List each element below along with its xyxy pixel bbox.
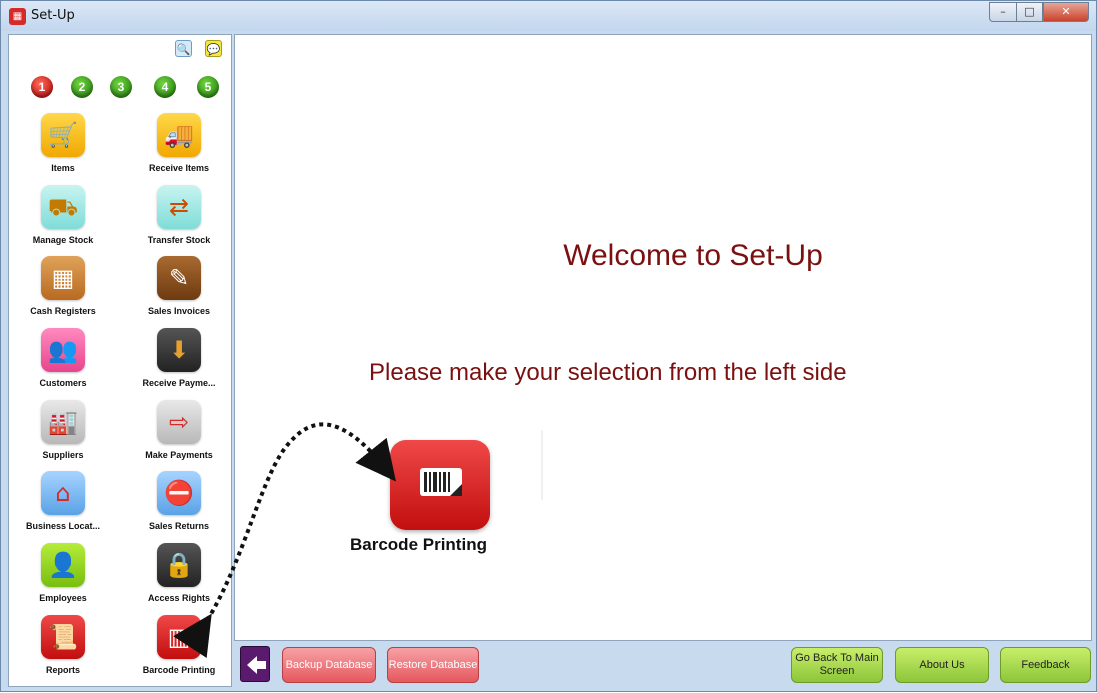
app-icon: ▦ [9, 8, 26, 25]
close-button[interactable]: ✕ [1043, 2, 1089, 22]
sidebar-item-receive-items[interactable]: 🚚 Receive Items [129, 113, 229, 173]
sidebar-item-label: Receive Payme... [142, 378, 216, 388]
main-panel: Welcome to Set-Up Please make your selec… [234, 34, 1092, 641]
sidebar-item-label: Employees [39, 593, 87, 603]
window-title: Set-Up [31, 8, 75, 23]
invoice-icon: ✎ [157, 256, 201, 300]
sidebar-item-reports[interactable]: 📜 Reports [13, 615, 113, 675]
sidebar-item-label: Make Payments [145, 450, 213, 460]
welcome-heading: Welcome to Set-Up [563, 239, 823, 272]
feedback-button[interactable]: Feedback [1000, 647, 1091, 683]
search-icon[interactable]: 🔍 [175, 40, 192, 57]
sidebar-item-receive-payments[interactable]: ⬇ Receive Payme... [129, 328, 229, 388]
delivery-truck-icon: 🚚 [157, 113, 201, 157]
instruction-text: Please make your selection from the left… [369, 359, 847, 386]
store-icon: ⌂ [41, 471, 85, 515]
sidebar-item-access-rights[interactable]: 🔒 Access Rights [129, 543, 229, 603]
page-1-button[interactable]: 1 [31, 76, 53, 98]
sidebar-item-label: Customers [39, 378, 87, 388]
barcode-printing-label: Barcode Printing [350, 535, 487, 554]
backup-database-button[interactable]: Backup Database [282, 647, 376, 683]
restore-database-button[interactable]: Restore Database [387, 647, 479, 683]
minimize-button[interactable]: – [989, 2, 1016, 22]
sidebar-item-label: Items [51, 163, 75, 173]
sidebar-item-label: Reports [45, 665, 80, 675]
sidebar-item-sales-returns[interactable]: ⛔ Sales Returns [129, 471, 229, 531]
hand-truck-icon: ⛟ [41, 185, 85, 229]
maximize-button[interactable]: □ [1016, 2, 1043, 22]
sidebar-item-label: Cash Registers [30, 306, 96, 316]
page-4-button[interactable]: 4 [154, 76, 176, 98]
padlock-key-icon: 🔒 [157, 543, 201, 587]
sidebar-item-label: Manage Stock [32, 235, 94, 245]
sidebar-item-items[interactable]: 🛒 Items [13, 113, 113, 173]
factory-icon: 🏭 [41, 400, 85, 444]
sidebar-item-transfer-stock[interactable]: ⇄ Transfer Stock [129, 185, 229, 245]
divider [541, 430, 543, 500]
sidebar-item-manage-stock[interactable]: ⛟ Manage Stock [13, 185, 113, 245]
page-3-button[interactable]: 3 [110, 76, 132, 98]
title-bar: ▦ Set-Up – □ ✕ [1, 1, 1096, 31]
barcode-printer-icon [390, 440, 490, 530]
window-controls: – □ ✕ [989, 2, 1089, 22]
employee-icon: 👤 [41, 543, 85, 587]
chat-icon[interactable]: 💬 [205, 40, 222, 57]
sidebar-item-employees[interactable]: 👤 Employees [13, 543, 113, 603]
sidebar-item-label: Transfer Stock [147, 235, 211, 245]
sidebar-item-customers[interactable]: 👥 Customers [13, 328, 113, 388]
sidebar-item-barcode-printing[interactable]: ▥ Barcode Printing [129, 615, 229, 675]
sidebar-item-label: Sales Returns [148, 521, 210, 531]
factory-payment-icon: ⇨ [157, 400, 201, 444]
sidebar-item-label: Barcode Printing [142, 665, 216, 675]
shopping-cart-icon: 🛒 [41, 113, 85, 157]
receive-payment-icon: ⬇ [157, 328, 201, 372]
page-2-button[interactable]: 2 [71, 76, 93, 98]
transfer-boxes-icon: ⇄ [157, 185, 201, 229]
sidebar-item-label: Receive Items [148, 163, 210, 173]
cash-register-icon: ▦ [41, 256, 85, 300]
go-back-main-screen-button[interactable]: Go Back To Main Screen [791, 647, 883, 683]
sidebar-item-business-locations[interactable]: ⌂ Business Locat... [13, 471, 113, 531]
setup-window: ▦ Set-Up – □ ✕ 🔍 💬 1 2 3 4 5 🛒 Items 🚚 R… [0, 0, 1097, 692]
sidebar-item-cash-registers[interactable]: ▦ Cash Registers [13, 256, 113, 316]
sidebar-item-make-payments[interactable]: ⇨ Make Payments [129, 400, 229, 460]
sidebar-item-label: Access Rights [147, 593, 211, 603]
barcode-icon: ▥ [157, 615, 201, 659]
sidebar: 🔍 💬 1 2 3 4 5 🛒 Items 🚚 Receive Items ⛟ … [8, 34, 232, 687]
scroll-icon: 📜 [41, 615, 85, 659]
cart-return-icon: ⛔ [157, 471, 201, 515]
sidebar-item-suppliers[interactable]: 🏭 Suppliers [13, 400, 113, 460]
sidebar-item-label: Sales Invoices [147, 306, 211, 316]
customers-icon: 👥 [41, 328, 85, 372]
sidebar-item-label: Suppliers [42, 450, 84, 460]
back-button[interactable] [240, 646, 270, 682]
sidebar-item-sales-invoices[interactable]: ✎ Sales Invoices [129, 256, 229, 316]
sidebar-item-label: Business Locat... [25, 521, 101, 531]
about-us-button[interactable]: About Us [895, 647, 989, 683]
page-5-button[interactable]: 5 [197, 76, 219, 98]
